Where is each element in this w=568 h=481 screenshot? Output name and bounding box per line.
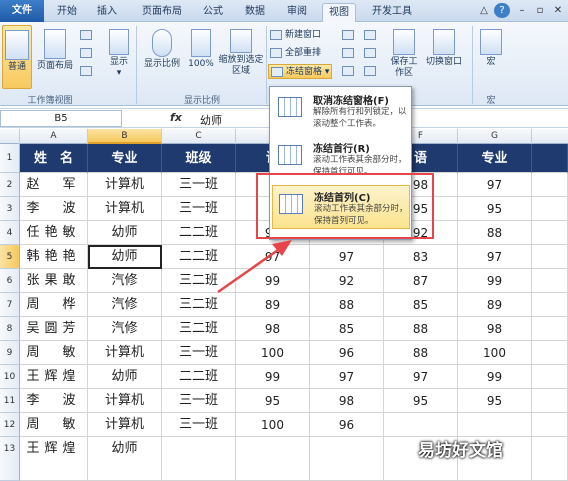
- arrow-shaft: [217, 248, 279, 294]
- watermark: 易坊好文馆: [418, 441, 503, 461]
- annotation-arrow: [217, 240, 292, 294]
